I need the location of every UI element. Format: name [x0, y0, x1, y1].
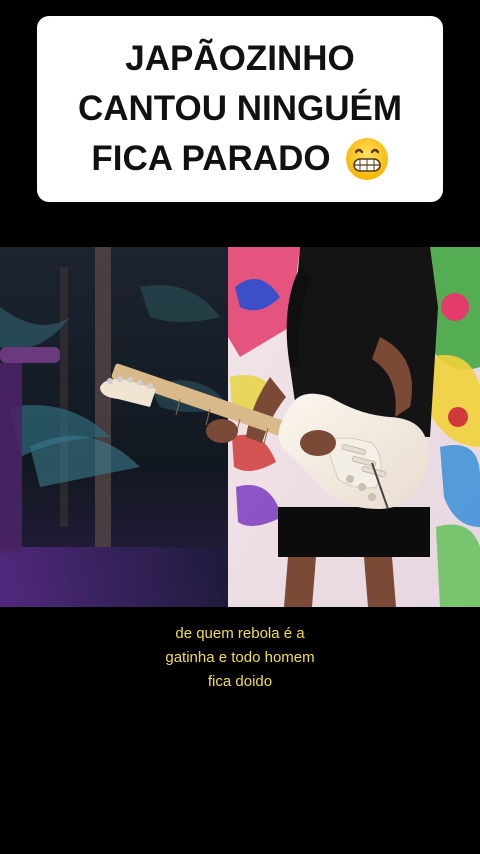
title-line-2: CANTOU NINGUÉM	[77, 89, 403, 128]
title-line-3: FICA PARADO	[91, 139, 331, 178]
caption-line-2: gatinha e todo homem	[165, 649, 315, 666]
caption-line-3: fica doido	[207, 673, 273, 690]
video-frame	[0, 247, 480, 607]
grinning-face-emoji-icon	[345, 137, 389, 181]
caption-block: de quem rebola é a gatinha e todo homem …	[0, 622, 480, 694]
video-post-screen: JAPÃOZINHO CANTOU NINGUÉM FICA PARADO de…	[0, 0, 480, 854]
caption-line-1: de quem rebola é a	[175, 625, 305, 642]
title-card: JAPÃOZINHO CANTOU NINGUÉM FICA PARADO	[37, 16, 443, 202]
video-player[interactable]	[0, 247, 480, 607]
title-line-3-row: FICA PARADO	[91, 134, 388, 184]
title-line-1: JAPÃOZINHO	[125, 39, 355, 78]
